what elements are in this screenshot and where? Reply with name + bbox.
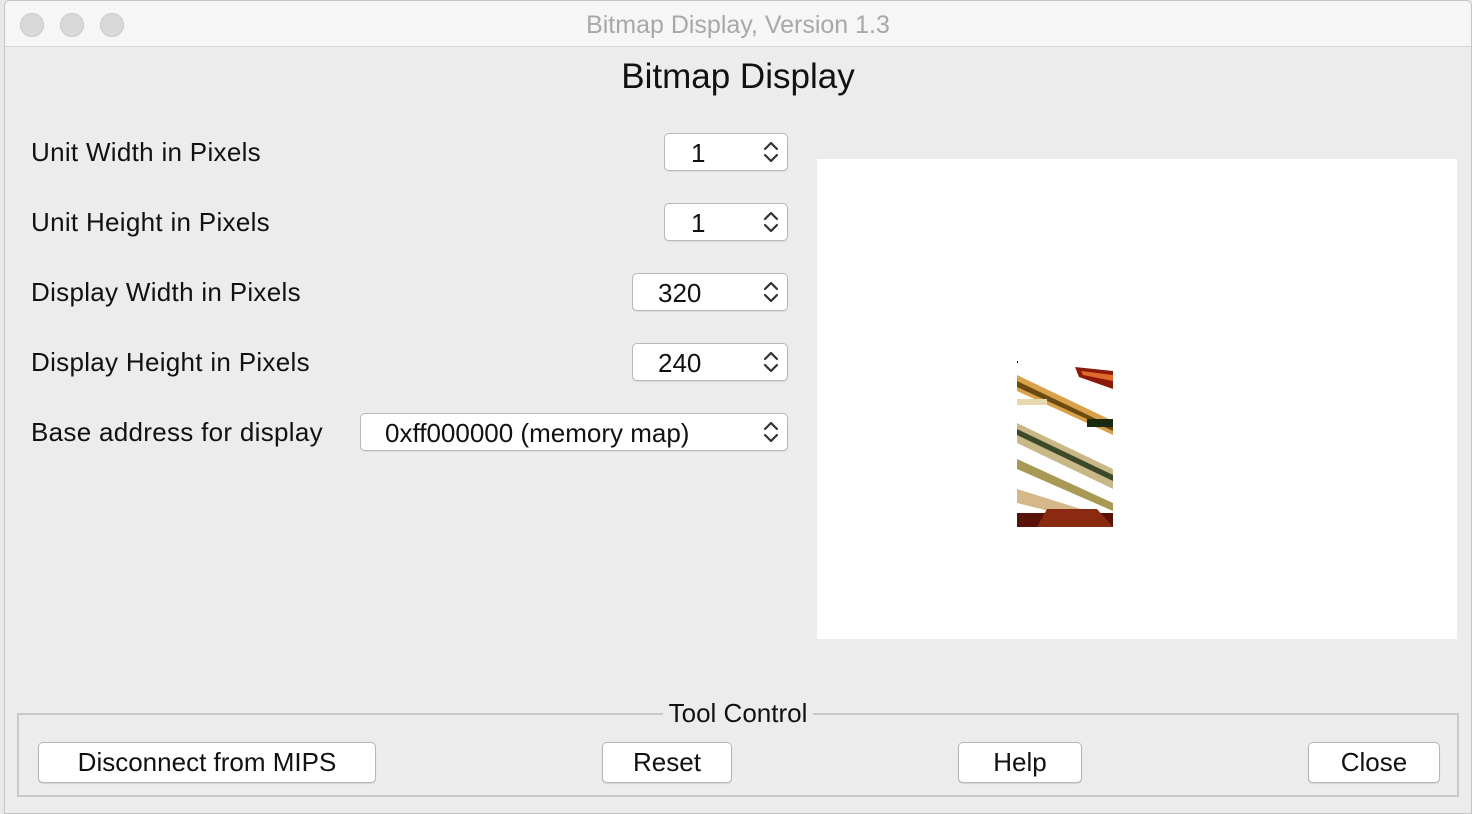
chevron-up-down-icon[interactable] (761, 279, 781, 305)
unit-height-label: Unit Height in Pixels (31, 207, 270, 237)
chevron-up-down-icon[interactable] (761, 349, 781, 375)
display-width-spinner[interactable]: 320 (632, 273, 788, 311)
chevron-up-down-icon[interactable] (761, 209, 781, 235)
bitmap-image (1017, 361, 1113, 527)
base-address-label: Base address for display (31, 417, 323, 447)
chevron-up-down-icon[interactable] (761, 139, 781, 165)
base-address-value: 0xff000000 (memory map) (385, 418, 690, 448)
unit-width-label: Unit Width in Pixels (31, 137, 261, 167)
unit-width-spinner[interactable]: 1 (664, 133, 788, 171)
unit-width-value: 1 (691, 138, 706, 168)
base-address-select[interactable]: 0xff000000 (memory map) (360, 413, 788, 451)
help-button[interactable]: Help (958, 742, 1082, 783)
unit-height-value: 1 (691, 208, 706, 238)
bitmap-display-window: Bitmap Display, Version 1.3 Bitmap Displ… (4, 0, 1472, 814)
reset-button[interactable]: Reset (602, 742, 732, 783)
display-width-value: 320 (658, 278, 702, 308)
close-button[interactable]: Close (1308, 742, 1440, 783)
chevron-up-down-icon[interactable] (761, 419, 781, 445)
window-title: Bitmap Display, Version 1.3 (586, 11, 890, 39)
disconnect-button[interactable]: Disconnect from MIPS (38, 742, 376, 783)
display-width-label: Display Width in Pixels (31, 277, 301, 307)
page-title: Bitmap Display (621, 57, 855, 96)
bitmap-canvas (817, 159, 1457, 639)
tool-control-title: Tool Control (662, 698, 814, 728)
display-height-spinner[interactable]: 240 (632, 343, 788, 381)
unit-height-spinner[interactable]: 1 (664, 203, 788, 241)
display-height-value: 240 (658, 348, 702, 378)
tool-control-legend: Tool Control (5, 698, 1471, 729)
display-height-label: Display Height in Pixels (31, 347, 310, 377)
title-bar[interactable]: Bitmap Display, Version 1.3 (5, 1, 1471, 47)
